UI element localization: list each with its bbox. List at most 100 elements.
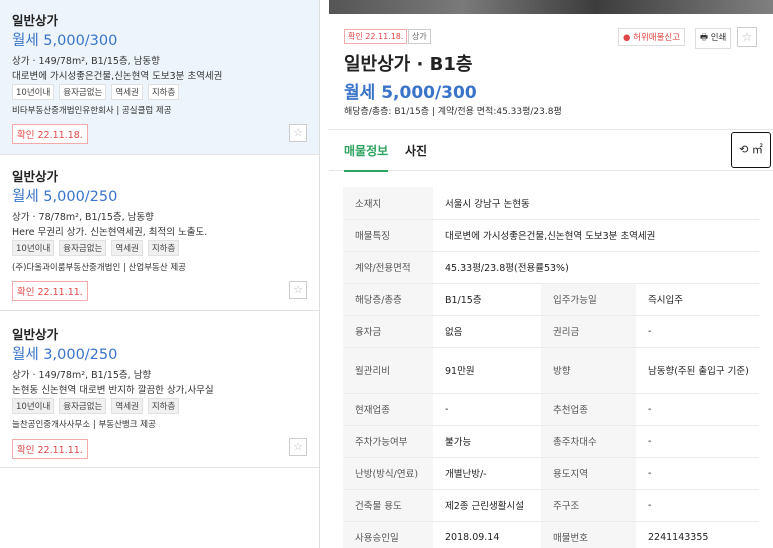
table-row: 소재지 서울시 강남구 논현동 xyxy=(343,187,759,220)
info-label: 용도지역 xyxy=(541,457,636,490)
detail-summary: 해당층/총층: B1/15층 | 계약/전용 면적:45.33평/23.8평 xyxy=(344,107,562,117)
table-row: 건축물 용도 제2종 근린생활시설 주구조 - xyxy=(343,489,759,522)
listing-price: 월세 5,000/300 xyxy=(12,33,118,49)
detail-price: 월세 5,000/300 xyxy=(344,83,477,103)
table-row: 주차가능여부 불가능 총주차대수 - xyxy=(343,425,759,458)
listing-tag: 10년이내 xyxy=(12,240,55,256)
info-value: 대로변에 가시성좋은건물,신논현역 도보3분 초역세권 xyxy=(433,219,759,252)
info-label: 입주가능일 xyxy=(541,283,636,316)
listing-tags: 10년이내 융자금없는 역세권 지하층 xyxy=(12,398,180,414)
tab-listing-info[interactable]: 매물정보 xyxy=(344,142,389,172)
favorite-star-icon[interactable]: ☆ xyxy=(289,438,307,456)
report-false-listing-button[interactable]: ● 허위매물신고 xyxy=(618,28,686,46)
info-value: 제2종 근린생활시설 xyxy=(433,489,541,522)
listing-card[interactable]: 일반상가 월세 5,000/250 상가 · 78/78m², B1/15층, … xyxy=(0,155,319,311)
listing-agency: 늘찬공인중개사사무소 | 부동산뱅크 제공 xyxy=(12,420,156,430)
info-label: 소재지 xyxy=(343,187,433,220)
info-value: - xyxy=(636,457,759,490)
info-value: 2241143355 xyxy=(636,521,759,548)
table-row: 융자금 없음 권리금 - xyxy=(343,315,759,348)
info-label: 권리금 xyxy=(541,315,636,348)
listing-tag: 지하층 xyxy=(147,240,180,256)
listing-card[interactable]: 일반상가 월세 5,000/300 상가 · 149/78m², B1/15층,… xyxy=(0,0,319,155)
favorite-star-icon[interactable]: ☆ xyxy=(289,281,307,299)
table-row: 현재업종 - 추천업종 - xyxy=(343,393,759,426)
info-label: 방향 xyxy=(541,347,636,394)
info-value: 남동향(주된 출입구 기준) xyxy=(636,347,759,394)
info-label: 주구조 xyxy=(541,489,636,522)
listing-tag: 10년이내 xyxy=(12,84,55,100)
table-row: 사용승인일 2018.09.14 매물번호 2241143355 xyxy=(343,521,759,548)
info-value: - xyxy=(636,425,759,458)
listing-detail-panel: 확인 22.11.18. 상가 ● 허위매물신고 🖶 인쇄 ☆ 일반상가 · B… xyxy=(329,0,773,548)
listing-tag: 융자금없는 xyxy=(59,398,107,414)
listing-card[interactable]: 일반상가 월세 3,000/250 상가 · 149/78m², B1/15층,… xyxy=(0,311,319,468)
info-value: 91만원 xyxy=(433,347,541,394)
table-row: 매물특징 대로변에 가시성좋은건물,신논현역 도보3분 초역세권 xyxy=(343,219,759,252)
listing-tag: 융자금없는 xyxy=(59,84,107,100)
listing-agency: 비타부동산중개법인유한회사 | 공실클럽 제공 xyxy=(12,106,172,116)
info-label: 사용승인일 xyxy=(343,521,433,548)
info-value: - xyxy=(636,489,759,522)
info-value: 서울시 강남구 논현동 xyxy=(433,187,759,220)
info-value: 45.33평/23.8평(전용률53%) xyxy=(433,251,759,284)
area-unit-toggle-button[interactable]: ⟲ ㎡ xyxy=(731,132,771,168)
listing-tags: 10년이내 융자금없는 역세권 지하층 xyxy=(12,240,180,256)
table-row: 해당층/총층 B1/15층 입주가능일 즉시입주 xyxy=(343,283,759,316)
info-value: 불가능 xyxy=(433,425,541,458)
listing-tag: 융자금없는 xyxy=(59,240,107,256)
listing-type: 일반상가 xyxy=(12,13,59,28)
info-label: 난방(방식/연료) xyxy=(343,457,433,490)
listing-agency: (주)다올과이룸부동산중개법인 | 산업부동산 제공 xyxy=(12,263,187,273)
info-label: 주차가능여부 xyxy=(343,425,433,458)
tab-photos[interactable]: 사진 xyxy=(405,142,427,159)
confirm-date-badge: 확인 22.11.18. xyxy=(344,29,408,44)
confirm-date-badge: 확인 22.11.11. xyxy=(12,439,88,459)
photo-gallery[interactable] xyxy=(329,0,773,14)
table-row: 난방(방식/연료) 개별난방/- 용도지역 - xyxy=(343,457,759,490)
favorite-star-icon[interactable]: ☆ xyxy=(289,124,307,142)
info-label: 매물특징 xyxy=(343,219,433,252)
listing-tag: 역세권 xyxy=(111,240,143,256)
listing-type: 일반상가 xyxy=(12,327,59,342)
category-badge: 상가 xyxy=(408,29,431,44)
info-label: 월관리비 xyxy=(343,347,433,394)
listing-desc: 대로변에 가시성좋은건물,신논현역 도보3분 초역세권 xyxy=(12,71,223,82)
listing-price: 월세 5,000/250 xyxy=(12,189,118,205)
info-value: 즉시입주 xyxy=(636,283,759,316)
listing-price: 월세 3,000/250 xyxy=(12,347,118,363)
listing-tag: 역세권 xyxy=(111,84,143,100)
listing-desc: Here 무권리 상가. 신논현역세권, 최적의 노출도. xyxy=(12,227,208,238)
favorite-star-icon[interactable]: ☆ xyxy=(737,27,757,47)
info-value: - xyxy=(433,393,541,426)
listing-info-table: 소재지 서울시 강남구 논현동 매물특징 대로변에 가시성좋은건물,신논현역 도… xyxy=(343,187,759,548)
table-row: 월관리비 91만원 방향 남동향(주된 출입구 기준) xyxy=(343,347,759,394)
listing-spec: 상가 · 149/78m², B1/15층, 남향 xyxy=(12,370,152,381)
listing-tags: 10년이내 융자금없는 역세권 지하층 xyxy=(12,84,180,100)
info-value: - xyxy=(636,393,759,426)
info-label: 현재업종 xyxy=(343,393,433,426)
listing-tag: 역세권 xyxy=(111,398,143,414)
info-value: 2018.09.14 xyxy=(433,521,541,548)
info-label: 건축물 용도 xyxy=(343,489,433,522)
confirm-date-badge: 확인 22.11.11. xyxy=(12,281,88,301)
info-value: 개별난방/- xyxy=(433,457,541,490)
table-row: 계약/전용면적 45.33평/23.8평(전용률53%) xyxy=(343,251,759,284)
listing-tag: 지하층 xyxy=(147,398,180,414)
confirm-date-badge: 확인 22.11.18. xyxy=(12,124,88,144)
info-label: 총주차대수 xyxy=(541,425,636,458)
listing-list: 일반상가 월세 5,000/300 상가 · 149/78m², B1/15층,… xyxy=(0,0,320,548)
listing-tag: 지하층 xyxy=(147,84,180,100)
print-button[interactable]: 🖶 인쇄 xyxy=(695,28,732,49)
info-value: 없음 xyxy=(433,315,541,348)
info-label: 추천업종 xyxy=(541,393,636,426)
info-label: 매물번호 xyxy=(541,521,636,548)
detail-title: 일반상가 · B1층 xyxy=(344,54,473,75)
info-value: - xyxy=(636,315,759,348)
listing-spec: 상가 · 149/78m², B1/15층, 남동향 xyxy=(12,56,160,67)
detail-tabs: 매물정보 사진 ⟲ ㎡ xyxy=(329,129,773,172)
listing-desc: 논현동 신논현역 대로변 반지하 깔끔한 상가,사무실 xyxy=(12,385,214,396)
info-label: 해당층/총층 xyxy=(343,283,433,316)
info-label: 융자금 xyxy=(343,315,433,348)
info-value: B1/15층 xyxy=(433,283,541,316)
